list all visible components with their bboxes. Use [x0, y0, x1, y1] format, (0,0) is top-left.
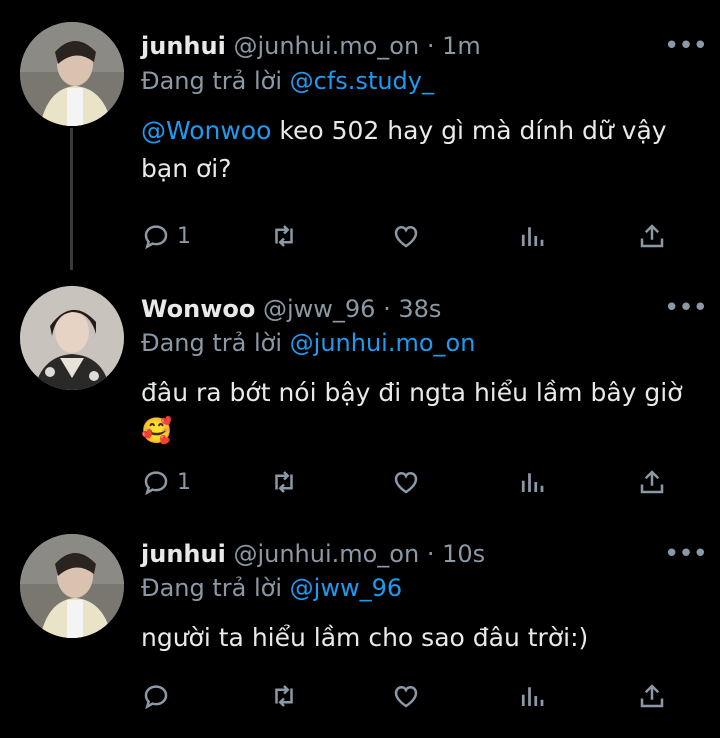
views-button[interactable] — [517, 464, 547, 500]
action-bar — [141, 678, 681, 714]
emoji-smiling-hearts: 🥰 — [141, 416, 173, 445]
separator-dot: · — [426, 540, 435, 568]
more-options-icon[interactable]: ••• — [664, 295, 708, 321]
retweet-icon — [275, 225, 293, 247]
heart-icon — [394, 685, 418, 708]
reply-button[interactable] — [141, 678, 171, 714]
analytics-icon — [521, 473, 544, 492]
avatar-wonwoo[interactable] — [20, 286, 124, 390]
like-button[interactable] — [391, 464, 421, 500]
avatar-junhui[interactable] — [20, 22, 124, 126]
replying-prefix: Đang trả lời — [141, 67, 283, 95]
reply-count: 1 — [177, 223, 191, 249]
heart-icon — [394, 471, 418, 494]
reply-button[interactable]: 1 — [141, 464, 191, 500]
reply-count: 1 — [177, 469, 191, 495]
replying-prefix: Đang trả lời — [141, 574, 283, 602]
author-handle[interactable]: @junhui.mo_on — [233, 32, 419, 60]
timestamp[interactable]: 38s — [398, 295, 441, 323]
replying-to-mention[interactable]: @cfs.study_ — [290, 67, 434, 95]
author-name[interactable]: Wonwoo — [141, 295, 255, 323]
retweet-button[interactable] — [269, 218, 299, 254]
reply-icon — [144, 685, 168, 710]
more-options-icon[interactable]: ••• — [664, 541, 708, 567]
reply-button[interactable]: 1 — [141, 218, 191, 254]
action-bar: 1 — [141, 464, 681, 500]
timestamp[interactable]: 10s — [442, 540, 485, 568]
author-name[interactable]: junhui — [141, 540, 226, 568]
replying-to-mention[interactable]: @junhui.mo_on — [290, 329, 476, 357]
share-icon — [640, 224, 664, 248]
separator-dot: · — [426, 32, 435, 60]
tweet-header: Wonwoo @jww_96 · 38s — [141, 294, 441, 324]
share-icon — [640, 470, 664, 494]
author-handle[interactable]: @junhui.mo_on — [233, 540, 419, 568]
more-options-icon[interactable]: ••• — [664, 33, 708, 59]
replying-to: Đang trả lời @jww_96 — [141, 573, 402, 603]
analytics-icon — [521, 227, 544, 246]
separator-dot: · — [383, 295, 391, 323]
replying-to-mention[interactable]: @jww_96 — [290, 574, 402, 602]
share-button[interactable] — [637, 218, 667, 254]
share-button[interactable] — [637, 678, 667, 714]
text-content: đâu ra bớt nói bậy đi ngta hiểu lầm bây … — [141, 378, 683, 407]
author-handle[interactable]: @jww_96 — [263, 295, 375, 323]
tweet-3[interactable]: junhui @junhui.mo_on · 10s ••• Đang trả … — [0, 520, 720, 738]
text-content: người ta hiểu lầm cho sao đâu trời:) — [141, 623, 589, 652]
text-mention[interactable]: @Wonwoo — [141, 116, 271, 145]
tweet-text: đâu ra bớt nói bậy đi ngta hiểu lầm bây … — [141, 374, 701, 450]
replying-to: Đang trả lời @cfs.study_ — [141, 66, 434, 96]
retweet-icon — [275, 471, 293, 493]
reply-icon — [144, 471, 168, 496]
retweet-button[interactable] — [269, 464, 299, 500]
timestamp[interactable]: 1m — [442, 32, 481, 60]
tweet-2[interactable]: Wonwoo @jww_96 · 38s ••• Đang trả lời @j… — [0, 270, 720, 520]
like-button[interactable] — [391, 218, 421, 254]
avatar-junhui[interactable] — [20, 534, 124, 638]
tweet-1[interactable]: junhui @junhui.mo_on · 1m ••• Đang trả l… — [0, 0, 720, 270]
author-name[interactable]: junhui — [141, 32, 226, 60]
views-button[interactable] — [517, 218, 547, 254]
tweet-text: @Wonwoo keo 502 hay gì mà dính dữ vậy bạ… — [141, 112, 701, 188]
share-icon — [640, 684, 664, 708]
reply-icon — [144, 225, 168, 250]
thread-line — [70, 128, 73, 270]
share-button[interactable] — [637, 464, 667, 500]
tweet-header: junhui @junhui.mo_on · 10s — [141, 539, 485, 569]
tweet-header: junhui @junhui.mo_on · 1m — [141, 31, 481, 61]
heart-icon — [394, 225, 418, 248]
retweet-button[interactable] — [269, 678, 299, 714]
tweet-text: người ta hiểu lầm cho sao đâu trời:) — [141, 619, 701, 657]
like-button[interactable] — [391, 678, 421, 714]
replying-to: Đang trả lời @junhui.mo_on — [141, 328, 475, 358]
views-button[interactable] — [517, 678, 547, 714]
replying-prefix: Đang trả lời — [141, 329, 283, 357]
action-bar: 1 — [141, 218, 681, 254]
retweet-icon — [275, 685, 293, 707]
analytics-icon — [521, 687, 544, 706]
